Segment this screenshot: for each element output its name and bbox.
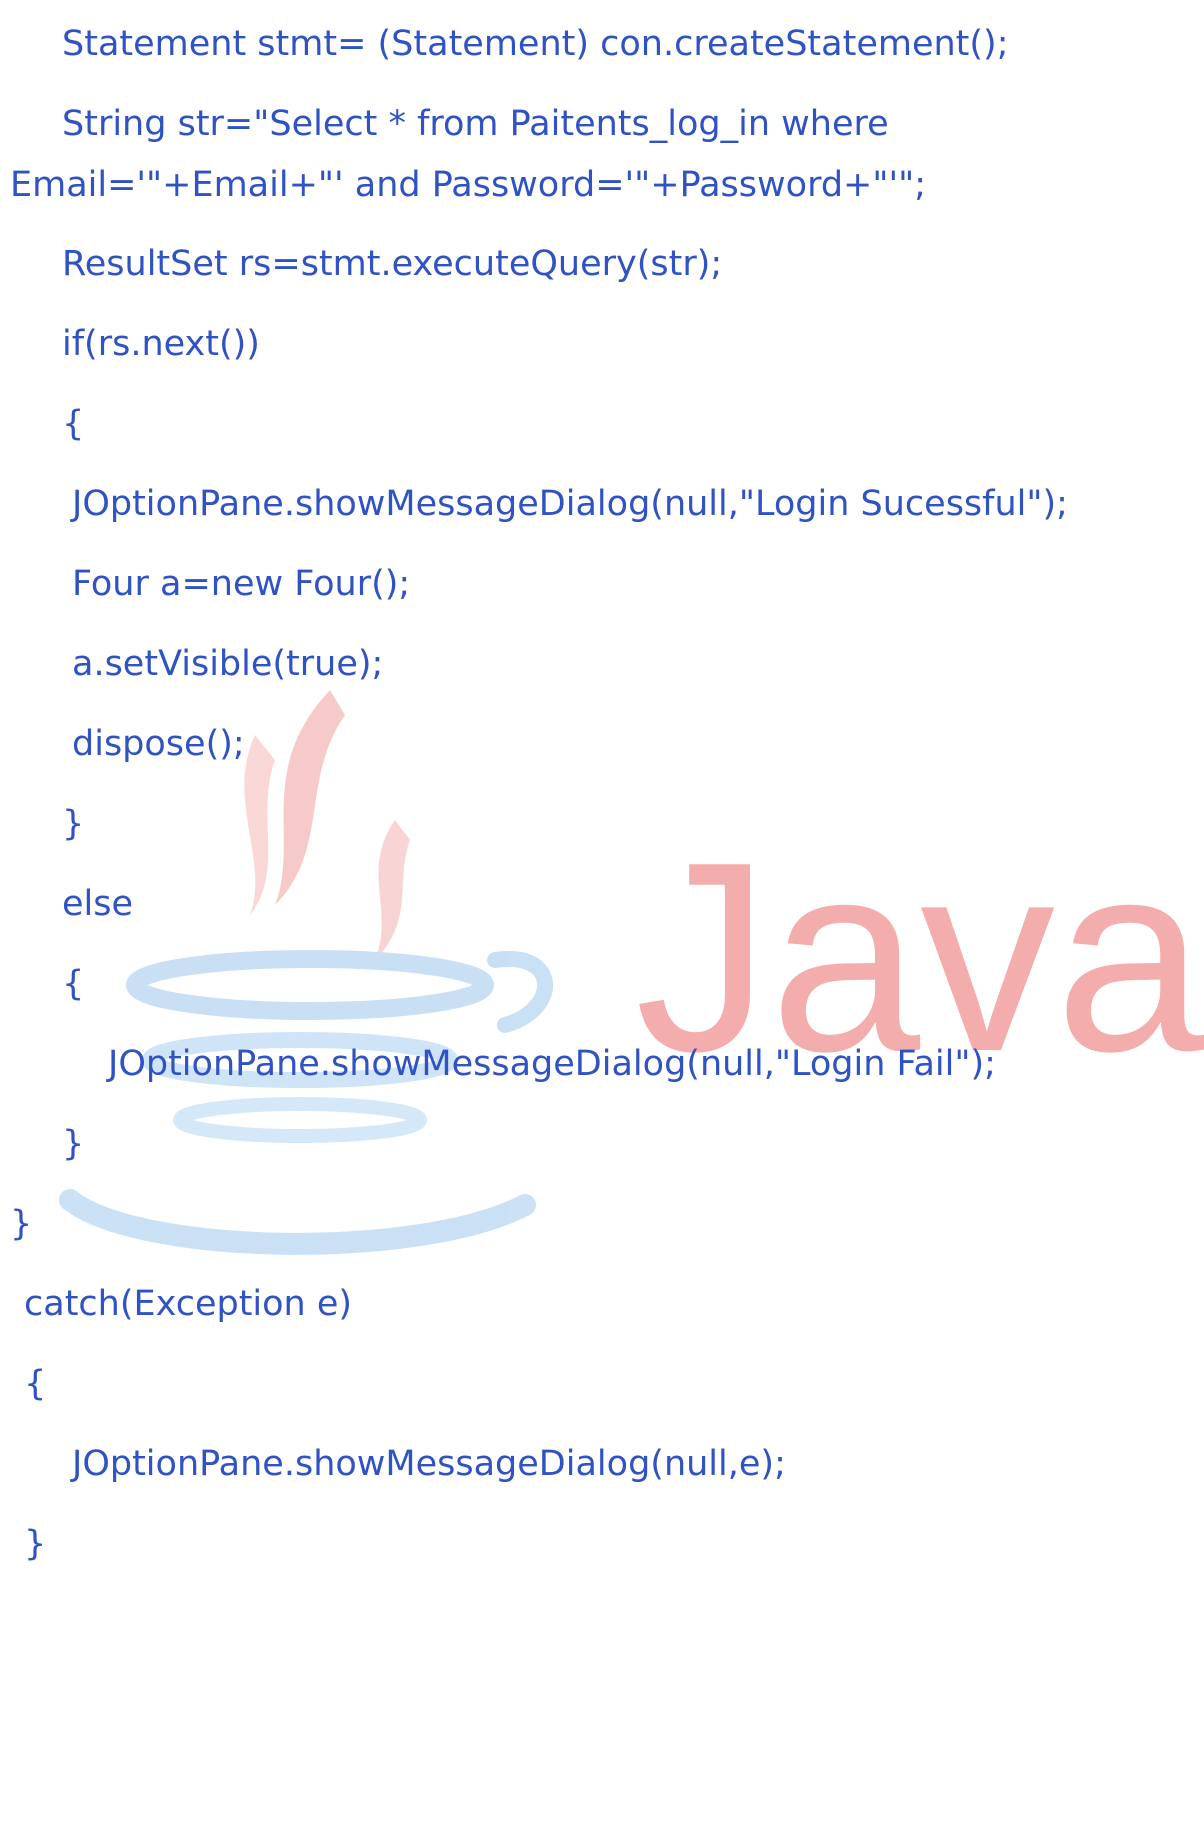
code-line: dispose();: [72, 724, 245, 764]
code-line: catch(Exception e): [24, 1284, 353, 1324]
code-line: a.setVisible(true);: [72, 644, 384, 684]
code-line: Four a=new Four();: [72, 564, 411, 604]
code-line: if(rs.next()): [62, 324, 260, 364]
code-line: ResultSet rs=stmt.executeQuery(str);: [62, 244, 723, 284]
code-line: {: [62, 404, 85, 444]
code-line: }: [24, 1524, 47, 1564]
code-line: }: [62, 1124, 85, 1164]
code-line: String str="Select * from Paitents_log_i…: [62, 104, 889, 144]
code-line: JOptionPane.showMessageDialog(null,e);: [72, 1444, 786, 1484]
code-line: JOptionPane.showMessageDialog(null,"Logi…: [108, 1044, 996, 1084]
code-line: Statement stmt= (Statement) con.createSt…: [62, 24, 1009, 64]
code-block: Statement stmt= (Statement) con.createSt…: [0, 0, 1204, 1830]
code-line: }: [62, 804, 85, 844]
code-line: Email='"+Email+"' and Password='"+Passwo…: [10, 165, 926, 205]
code-line: {: [24, 1364, 47, 1404]
code-line: {: [62, 964, 85, 1004]
code-line: }: [10, 1204, 33, 1244]
code-line: else: [62, 884, 134, 924]
code-line: JOptionPane.showMessageDialog(null,"Logi…: [72, 484, 1068, 524]
